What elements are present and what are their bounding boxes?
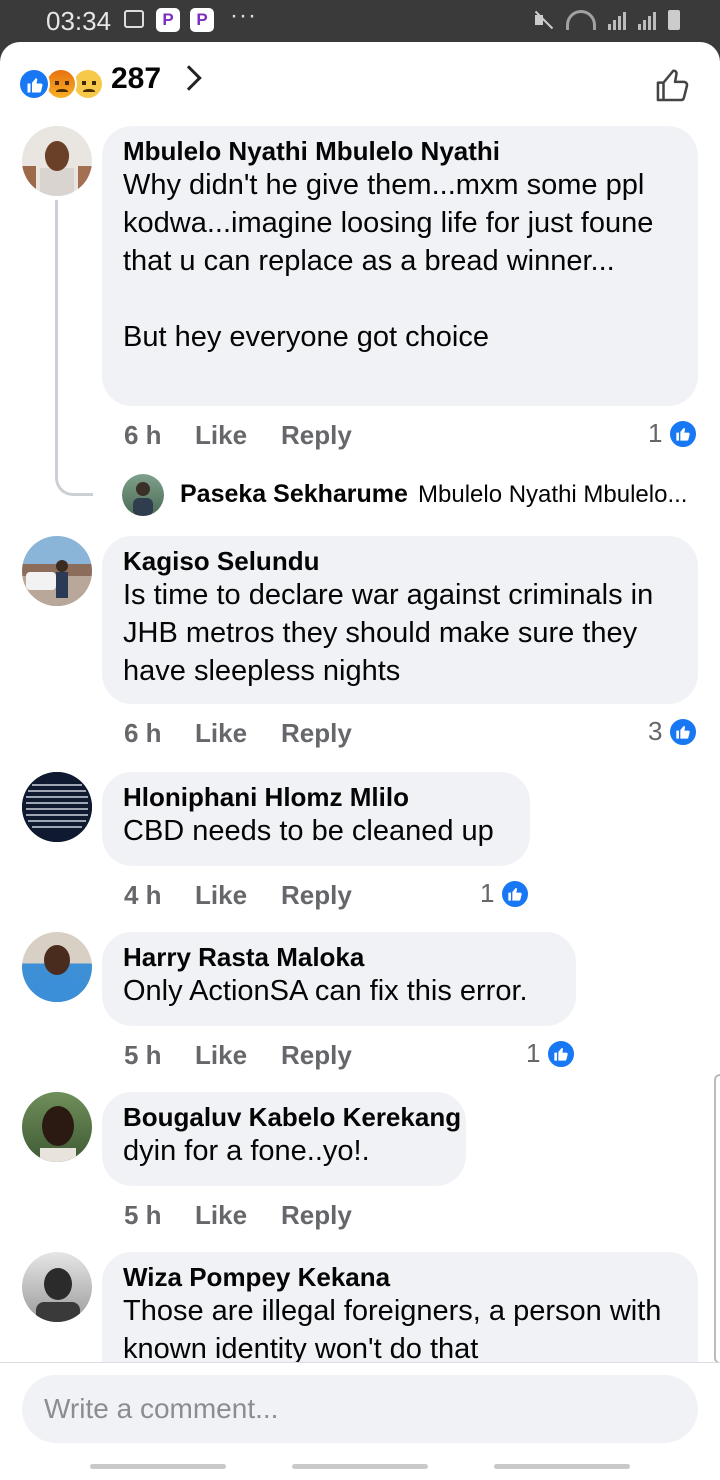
- avatar[interactable]: [22, 932, 92, 1002]
- comment-actions: 6 h Like Reply: [124, 718, 352, 749]
- gallery-icon: [124, 10, 144, 28]
- status-bar: 03:34 P P ···: [0, 0, 720, 42]
- comment-like-count[interactable]: 1: [480, 878, 531, 909]
- reply-button[interactable]: Reply: [281, 718, 352, 749]
- signal-icon: [608, 10, 626, 30]
- comment-actions: 5 h Like Reply: [124, 1040, 352, 1071]
- comment-like-count[interactable]: 1: [648, 418, 699, 449]
- comment-bubble: Mbulelo Nyathi Mbulelo Nyathi Why didn't…: [102, 126, 698, 406]
- reactions-summary[interactable]: 287: [0, 42, 720, 128]
- reply-button[interactable]: Reply: [281, 880, 352, 911]
- reaction-count: 287: [111, 62, 162, 95]
- scroll-indicator[interactable]: [714, 1074, 720, 1364]
- comment-time: 6 h: [124, 718, 162, 748]
- like-button[interactable]: Like: [195, 880, 281, 911]
- comment-author[interactable]: Wiza Pompey Kekana: [123, 1262, 678, 1292]
- system-nav-bar: [0, 1454, 720, 1480]
- avatar[interactable]: [22, 126, 92, 196]
- like-button[interactable]: Like: [195, 718, 281, 749]
- mute-icon: [532, 10, 554, 30]
- back-button[interactable]: [494, 1464, 630, 1469]
- avatar[interactable]: [22, 1092, 92, 1162]
- battery-icon: [668, 10, 680, 30]
- like-count-value: 1: [480, 878, 495, 908]
- avatar[interactable]: [22, 772, 92, 842]
- like-count-value: 1: [648, 418, 663, 448]
- comments-sheet: 287 Mbulelo Nyathi Mbulelo Nyathi Why di…: [0, 42, 720, 1480]
- app-badge-icon: P: [156, 8, 180, 32]
- reply-button[interactable]: Reply: [281, 420, 352, 451]
- comment-text: dyin for a fone..yo!.: [123, 1135, 370, 1167]
- wifi-icon: [566, 10, 596, 30]
- comment-actions: 6 h Like Reply: [124, 420, 352, 451]
- comment-actions: 5 h Like Reply: [124, 1200, 352, 1231]
- reply-preview[interactable]: Paseka Sekharume Mbulelo Nyathi Mbulelo.…: [122, 474, 712, 518]
- avatar[interactable]: [22, 1252, 92, 1322]
- reaction-icons: [18, 68, 110, 102]
- avatar[interactable]: [22, 536, 92, 606]
- like-icon: [18, 68, 50, 100]
- signal-icon: [638, 10, 656, 30]
- comment-author[interactable]: Bougaluv Kabelo Kerekang: [123, 1102, 461, 1132]
- like-button[interactable]: Like: [195, 420, 281, 451]
- like-badge-icon: [668, 716, 699, 747]
- like-badge-icon: [546, 1038, 577, 1069]
- comment-time: 4 h: [124, 880, 162, 910]
- like-badge-icon: [668, 418, 699, 449]
- status-time: 03:34: [46, 6, 112, 36]
- reply-thread-line: [55, 200, 93, 496]
- comment-text: Why didn't he give them...mxm some ppl k…: [123, 169, 654, 353]
- comment-bubble: Kagiso Selundu Is time to declare war ag…: [102, 536, 698, 704]
- reply-button[interactable]: Reply: [281, 1200, 352, 1231]
- status-indicators: [532, 10, 680, 30]
- reply-snippet: Mbulelo Nyathi Mbulelo...: [418, 481, 688, 508]
- like-count-value: 1: [526, 1038, 541, 1068]
- like-button[interactable]: Like: [195, 1040, 281, 1071]
- comment-input[interactable]: [22, 1375, 698, 1443]
- comment-bubble: Hloniphani Hlomz Mlilo CBD needs to be c…: [102, 772, 530, 866]
- more-notifications-icon: ···: [230, 2, 257, 29]
- quote-avatar-image: [22, 772, 92, 842]
- like-button[interactable]: Like: [195, 1200, 281, 1231]
- comment-actions: 4 h Like Reply: [124, 880, 352, 911]
- comment-time: 6 h: [124, 420, 162, 450]
- app-badge-icon: P: [190, 8, 214, 32]
- thumbs-up-outline-icon[interactable]: [654, 66, 692, 109]
- reply-button[interactable]: Reply: [281, 1040, 352, 1071]
- like-count-value: 3: [648, 716, 663, 746]
- comment-text: Those are illegal foreigners, a person w…: [123, 1295, 662, 1365]
- comment-like-count[interactable]: 1: [526, 1038, 577, 1069]
- comment-bubble: Bougaluv Kabelo Kerekang dyin for a fone…: [102, 1092, 466, 1186]
- comment-text: Is time to declare war against criminals…: [123, 579, 654, 687]
- home-button[interactable]: [292, 1464, 428, 1469]
- comment-author[interactable]: Hloniphani Hlomz Mlilo: [123, 782, 510, 812]
- comment-like-count[interactable]: 3: [648, 716, 699, 747]
- avatar[interactable]: [122, 474, 164, 516]
- reply-author[interactable]: Paseka Sekharume: [180, 480, 408, 509]
- comment-text: CBD needs to be cleaned up: [123, 815, 494, 847]
- comment-author[interactable]: Kagiso Selundu: [123, 546, 678, 576]
- comment-author[interactable]: Harry Rasta Maloka: [123, 942, 556, 972]
- comment-author[interactable]: Mbulelo Nyathi Mbulelo Nyathi: [123, 136, 678, 166]
- comment-text: Only ActionSA can fix this error.: [123, 975, 528, 1007]
- recent-apps-button[interactable]: [90, 1464, 226, 1469]
- chevron-right-icon[interactable]: [176, 65, 202, 91]
- comment-time: 5 h: [124, 1040, 162, 1070]
- like-badge-icon: [500, 878, 531, 909]
- comment-bubble: Harry Rasta Maloka Only ActionSA can fix…: [102, 932, 576, 1026]
- comment-time: 5 h: [124, 1200, 162, 1230]
